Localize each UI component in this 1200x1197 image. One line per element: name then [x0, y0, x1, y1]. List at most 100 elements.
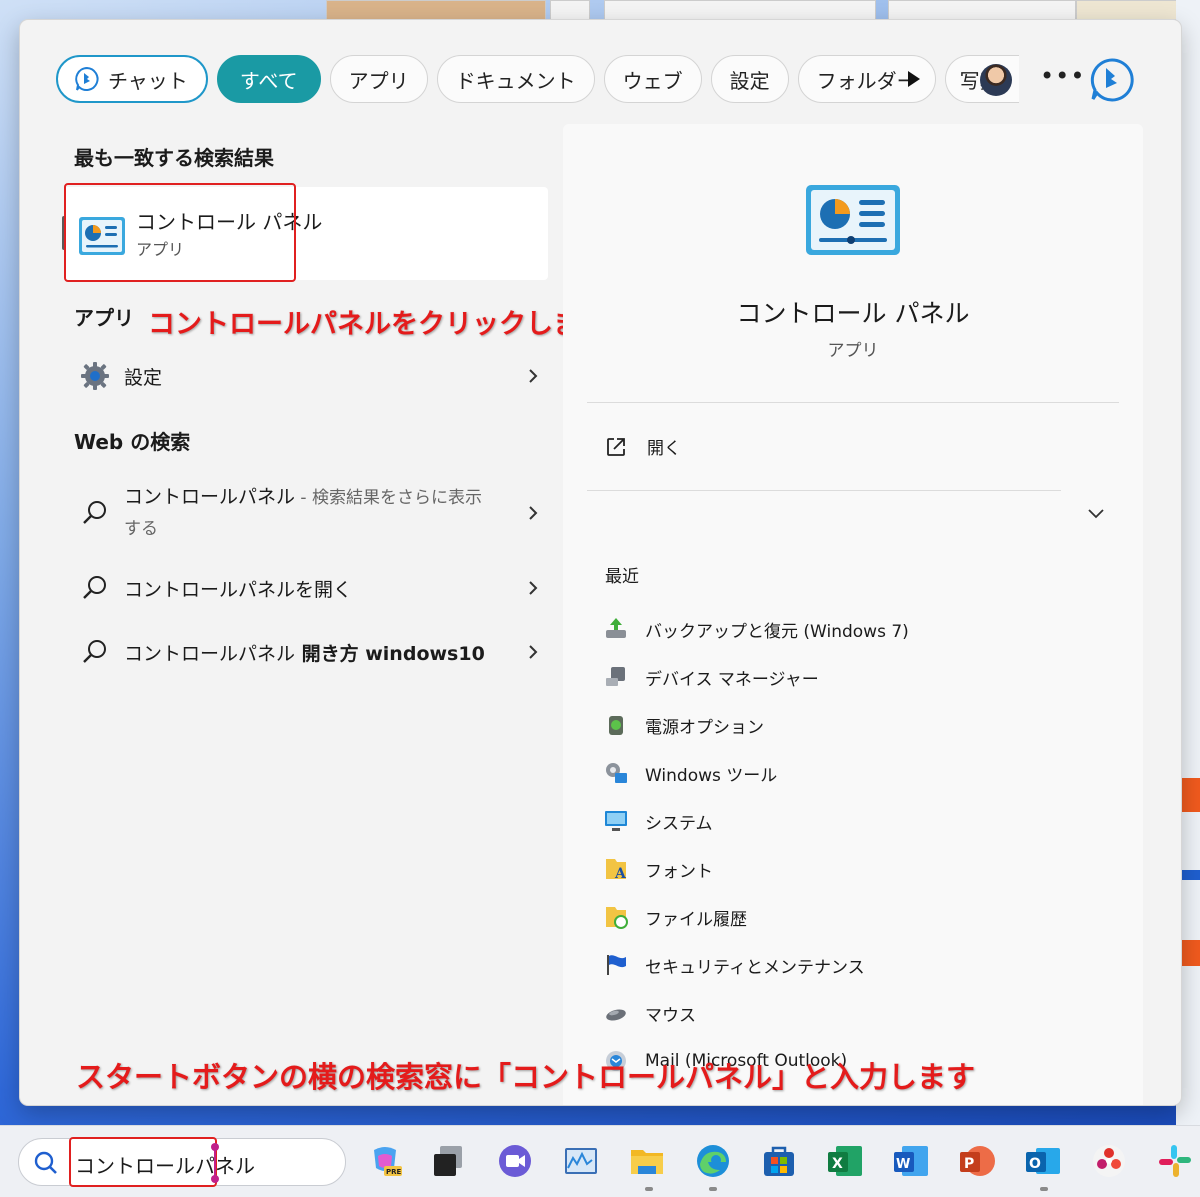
taskbar-search-input[interactable]: コントロールパネル	[18, 1137, 346, 1187]
slack-icon[interactable]	[1156, 1142, 1194, 1180]
chevron-right-icon	[529, 645, 538, 659]
scroll-filters-right-icon[interactable]	[902, 68, 924, 90]
filter-chat-label: チャット	[108, 68, 188, 93]
file-explorer-icon[interactable]	[628, 1142, 666, 1180]
app-result-settings[interactable]: 設定	[64, 356, 548, 396]
web-result-item[interactable]: コントロールパネル 開き方 windows10	[64, 632, 548, 672]
recent-item[interactable]: Windows ツール	[603, 760, 777, 786]
web-result-item[interactable]: コントロールパネル - 検索結果をさらに表示 する	[64, 482, 548, 544]
recent-item[interactable]: 電源オプション	[603, 712, 764, 738]
svg-text:X: X	[832, 1156, 843, 1172]
windows-tools-icon	[606, 763, 627, 783]
search-icon	[34, 1151, 57, 1174]
avatar[interactable]	[980, 64, 1012, 96]
powerpoint-icon[interactable]: P	[958, 1142, 996, 1180]
annotation-type-hint: スタートボタンの横の検索窓に「コントロールパネル」と入力します	[76, 1060, 976, 1094]
web-result-bold-suffix: 開き方 windows10	[295, 642, 485, 665]
best-match-heading: 最も一致する検索結果	[74, 146, 274, 170]
svg-text:W: W	[896, 1157, 910, 1172]
resource-monitor-icon[interactable]	[562, 1142, 600, 1180]
web-search-heading: Web の検索	[74, 430, 191, 454]
bing-chat-icon	[75, 66, 99, 91]
settings-gear-icon	[81, 362, 109, 390]
recent-heading: 最近	[605, 567, 639, 587]
recent-item[interactable]: バックアップと復元 (Windows 7)	[603, 616, 909, 642]
fonts-icon: A	[606, 859, 627, 882]
recent-item[interactable]: A フォント	[603, 856, 713, 882]
security-maintenance-icon	[607, 955, 626, 975]
divider	[587, 402, 1119, 403]
filter-all-button[interactable]: すべて	[216, 55, 321, 103]
backup-restore-icon	[606, 618, 626, 638]
filter-chat-button[interactable]: チャット	[56, 55, 208, 103]
open-action-label: 開く	[647, 439, 681, 459]
web-result-suffix-wrap: する	[124, 519, 158, 539]
svg-text:O: O	[1029, 1156, 1041, 1172]
system-icon	[605, 811, 627, 831]
running-indicator	[645, 1187, 653, 1191]
filter-documents-button[interactable]: ドキュメント	[436, 55, 595, 103]
filter-all-label: すべて	[239, 68, 298, 93]
filter-apps-button[interactable]: アプリ	[329, 55, 428, 103]
recent-item[interactable]: システム	[603, 808, 713, 834]
web-result-query: コントロールパネル	[124, 642, 296, 665]
app-result-label: 設定	[124, 366, 163, 389]
filter-settings-label: 設定	[729, 68, 770, 93]
taskbar: コントロールパネル PRE X W P O	[0, 1125, 1200, 1197]
word-icon[interactable]: W	[892, 1142, 930, 1180]
web-result-query: コントロールパネル	[124, 486, 296, 508]
background-window	[604, 0, 876, 20]
recent-item[interactable]: ファイル履歴	[603, 904, 747, 930]
recent-item-label: デバイス マネージャー	[645, 669, 819, 690]
more-options-icon[interactable]: •••	[1040, 62, 1085, 90]
task-view-icon[interactable]	[430, 1142, 468, 1180]
open-external-icon	[607, 437, 625, 456]
filter-settings-button[interactable]: 設定	[710, 55, 789, 103]
power-options-icon	[609, 716, 623, 735]
recent-item-label: マウス	[645, 1005, 696, 1026]
background-window	[550, 0, 590, 20]
annotation-highlight-box	[69, 1137, 217, 1187]
filter-web-label: ウェブ	[622, 68, 683, 93]
recent-item-label: セキュリティとメンテナンス	[645, 957, 865, 978]
copilot-icon[interactable]: PRE	[366, 1142, 404, 1180]
bing-icon[interactable]	[1088, 56, 1136, 104]
open-action-button[interactable]: 開く	[605, 434, 681, 459]
web-result-item[interactable]: コントロールパネルを開く	[64, 568, 548, 608]
edge-icon[interactable]	[694, 1142, 732, 1180]
filter-apps-label: アプリ	[348, 68, 409, 93]
web-result-suffix: - 検索結果をさらに表示	[295, 488, 482, 508]
chevron-down-icon[interactable]	[1087, 504, 1105, 522]
divider	[587, 490, 1061, 491]
text-cursor	[211, 1143, 219, 1183]
recent-item-label: フォント	[645, 861, 713, 882]
recent-item[interactable]: セキュリティとメンテナンス	[603, 952, 865, 978]
filter-web-button[interactable]: ウェブ	[603, 55, 702, 103]
filter-documents-label: ドキュメント	[455, 68, 576, 93]
chevron-right-icon	[529, 506, 538, 520]
detail-subtitle: アプリ	[827, 341, 879, 361]
recent-item-label: ファイル履歴	[645, 909, 747, 930]
excel-icon[interactable]: X	[826, 1142, 864, 1180]
background-window	[326, 0, 546, 20]
svg-text:P: P	[964, 1156, 974, 1172]
apps-heading: アプリ	[74, 306, 134, 330]
recent-item[interactable]: デバイス マネージャー	[603, 664, 819, 690]
svg-text:A: A	[614, 866, 627, 882]
teams-icon[interactable]	[496, 1142, 534, 1180]
search-icon	[83, 576, 106, 599]
outlook-icon[interactable]: O	[1024, 1142, 1062, 1180]
annotation-highlight-box	[64, 183, 296, 282]
svg-text:PRE: PRE	[386, 1168, 402, 1176]
file-history-icon	[606, 907, 628, 929]
store-icon[interactable]	[760, 1142, 798, 1180]
search-panel: チャット すべて アプリ ドキュメント ウェブ 設定 フォルダー 写真 ••• …	[20, 20, 1181, 1105]
mouse-icon	[606, 1009, 626, 1021]
control-panel-icon	[806, 185, 900, 255]
recent-item-label: システム	[645, 813, 713, 834]
recent-item-label: Windows ツール	[645, 765, 778, 786]
recent-item[interactable]: マウス	[603, 1000, 696, 1026]
background-window	[888, 0, 1076, 20]
running-indicator	[1040, 1187, 1048, 1191]
colorful-app-icon[interactable]	[1090, 1142, 1128, 1180]
